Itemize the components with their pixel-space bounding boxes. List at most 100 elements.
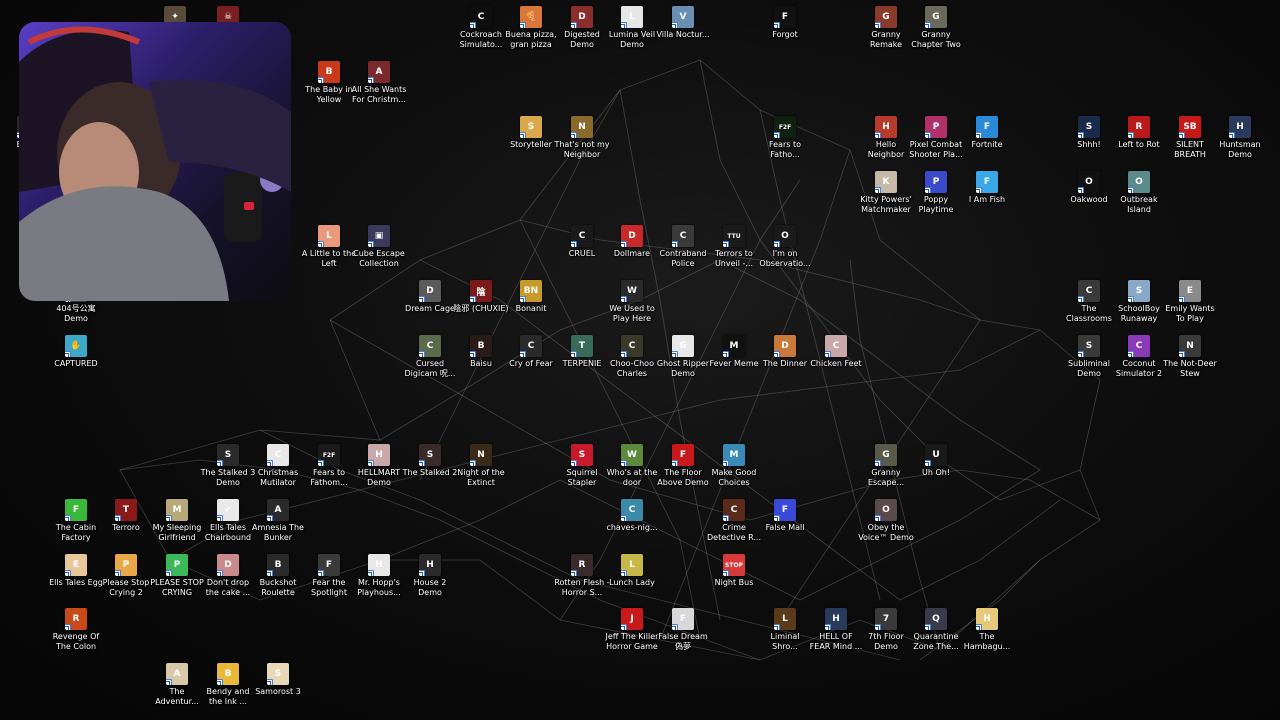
desktop-shortcut[interactable]: 陰陰邪 (CHUXIE) bbox=[453, 276, 509, 334]
desktop-shortcut[interactable]: D The Dinner bbox=[757, 331, 813, 389]
desktop-shortcut[interactable]: C Choo-Choo Charles bbox=[604, 331, 660, 389]
desktop-shortcut[interactable]: P Pixel Combat Shooter Pla... bbox=[908, 112, 964, 170]
desktop-shortcut[interactable]: F Forgot bbox=[757, 2, 813, 60]
desktop-shortcut[interactable]: K Kitty Powers' Matchmaker bbox=[858, 167, 914, 225]
desktop-shortcut[interactable]: D Don't drop the cake ... bbox=[200, 550, 256, 608]
desktop-shortcut[interactable]: E Emily Wants To Play bbox=[1162, 276, 1218, 334]
desktop-shortcut[interactable]: M Make Good Choices bbox=[706, 440, 762, 498]
desktop-shortcut[interactable]: H House 2 Demo bbox=[402, 550, 458, 608]
desktop-shortcut[interactable]: S The Stalked 2 bbox=[402, 440, 458, 498]
desktop-shortcut[interactable]: B Bendy and the Ink ... bbox=[200, 659, 256, 717]
desktop-shortcut[interactable]: BN Bonanit bbox=[503, 276, 559, 334]
desktop-shortcut[interactable]: A The Adventur... bbox=[149, 659, 205, 717]
desktop-shortcut[interactable]: W Who's at the door bbox=[604, 440, 660, 498]
desktop-shortcut[interactable]: F2F Fears to Fatho... bbox=[757, 112, 813, 170]
desktop-shortcut[interactable]: O I'm on Observatio... bbox=[757, 221, 813, 279]
desktop-shortcut[interactable]: C Cockroach Simulato... bbox=[453, 2, 509, 60]
desktop-shortcut[interactable]: B The Baby in Yellow bbox=[301, 57, 357, 115]
desktop-shortcut[interactable]: S Storyteller bbox=[503, 112, 559, 170]
desktop-shortcut[interactable]: G Ghost Ripper Demo bbox=[655, 331, 711, 389]
desktop-shortcut[interactable]: L Lumina Veil Demo bbox=[604, 2, 660, 60]
desktop-shortcut[interactable]: J Jeff The Killer Horror Game bbox=[604, 604, 660, 662]
desktop-shortcut[interactable]: C Contraband Police bbox=[655, 221, 711, 279]
desktop-shortcut[interactable]: Cchaves-nig... bbox=[604, 495, 660, 553]
desktop-shortcut[interactable]: A Amnesia The Bunker bbox=[250, 495, 306, 553]
desktop-shortcut[interactable]: W We Used to Play Here bbox=[604, 276, 660, 334]
desktop-shortcut[interactable]: R Left to Rot bbox=[1111, 112, 1167, 170]
desktop-shortcut[interactable]: N Night of the Extinct bbox=[453, 440, 509, 498]
desktop-shortcut[interactable]: R Rotten Flesh - Horror S... bbox=[554, 550, 610, 608]
desktop-shortcut[interactable]: P PLEASE STOP CRYING bbox=[149, 550, 205, 608]
desktop-shortcut[interactable]: ✋ CAPTURED bbox=[48, 331, 104, 389]
desktop-shortcut[interactable]: F False Mall bbox=[757, 495, 813, 553]
desktop-shortcut[interactable]: F The Floor Above Demo bbox=[655, 440, 711, 498]
desktop-shortcut[interactable]: L A Little to the Left bbox=[301, 221, 357, 279]
desktop-shortcut[interactable]: F False Dream 偽夢 bbox=[655, 604, 711, 662]
desktop-shortcut[interactable]: S Samorost 3 bbox=[250, 659, 306, 717]
desktop-shortcut[interactable]: F The Cabin Factory bbox=[48, 495, 104, 553]
desktop-shortcut[interactable]: H Hello Neighbor bbox=[858, 112, 914, 170]
desktop-shortcut[interactable]: N That's not my Neighbor bbox=[554, 112, 610, 170]
desktop-shortcut[interactable]: G Granny Chapter Two bbox=[908, 2, 964, 60]
desktop-shortcut[interactable]: T Terroro bbox=[98, 495, 154, 553]
desktop-shortcut[interactable]: 7 7th Floor Demo bbox=[858, 604, 914, 662]
game-icon: C bbox=[825, 335, 847, 357]
desktop-shortcut[interactable]: SB SILENT BREATH bbox=[1162, 112, 1218, 170]
desktop-shortcut[interactable]: G Granny Remake bbox=[858, 2, 914, 60]
desktop-shortcut[interactable]: T TERPENIE bbox=[554, 331, 610, 389]
desktop-shortcut[interactable]: R Revenge Of The Colon bbox=[48, 604, 104, 662]
desktop-shortcut[interactable]: P Please Stop Crying 2 bbox=[98, 550, 154, 608]
desktop-shortcut[interactable]: B Buckshot Roulette bbox=[250, 550, 306, 608]
desktop-shortcut[interactable]: O Outbreak Island bbox=[1111, 167, 1167, 225]
desktop-shortcut[interactable]: C Cry of Fear bbox=[503, 331, 559, 389]
desktop-background[interactable]: ✦ ☠ C Cockroach Simulato... 🍕 Buena pizza, gr… bbox=[0, 0, 1280, 720]
desktop-shortcut[interactable]: D Digested Demo bbox=[554, 2, 610, 60]
desktop-shortcut[interactable]: Q Quarantine Zone The... bbox=[908, 604, 964, 662]
game-icon: O bbox=[1128, 171, 1150, 193]
desktop-shortcut[interactable]: E Ells Tales Egg bbox=[48, 550, 104, 608]
desktop-shortcut[interactable]: L Liminal Shro... bbox=[757, 604, 813, 662]
desktop-shortcut[interactable]: 🍕 Buena pizza, gran pizza bbox=[503, 2, 559, 60]
desktop-shortcut[interactable]: H Mr. Hopp's Playhous... bbox=[351, 550, 407, 608]
desktop-shortcut[interactable]: O Oakwood bbox=[1061, 167, 1117, 225]
desktop-shortcut[interactable]: H HELL OF FEAR Mind ... bbox=[808, 604, 864, 662]
desktop-shortcut[interactable]: B Baisu bbox=[453, 331, 509, 389]
desktop-shortcut[interactable]: S The Stalked 3 Demo bbox=[200, 440, 256, 498]
desktop-shortcut[interactable]: A All She Wants For Christm... bbox=[351, 57, 407, 115]
desktop-shortcut[interactable]: C Christmas Mutilator bbox=[250, 440, 306, 498]
desktop-shortcut[interactable]: M My Sleeping Girlfriend bbox=[149, 495, 205, 553]
desktop-shortcut[interactable]: S SchoolBoy Runaway bbox=[1111, 276, 1167, 334]
desktop-shortcut[interactable]: U Uh Oh! bbox=[908, 440, 964, 498]
desktop-shortcut[interactable]: C The Classrooms bbox=[1061, 276, 1117, 334]
desktop-shortcut[interactable]: F Fortnite bbox=[959, 112, 1015, 170]
desktop-shortcut[interactable]: P Poppy Playtime bbox=[908, 167, 964, 225]
desktop-shortcut[interactable]: C CRUEL bbox=[554, 221, 610, 279]
desktop-shortcut[interactable]: M Fever Meme bbox=[706, 331, 762, 389]
desktop-shortcut-label: Terrors to Unveil -... bbox=[714, 249, 754, 268]
desktop-shortcut[interactable]: N The Not-Deer Stew bbox=[1162, 331, 1218, 389]
desktop-shortcut[interactable]: O Obey the Voice™ Demo bbox=[858, 495, 914, 553]
desktop-shortcut[interactable]: V Villa Noctur... bbox=[655, 2, 711, 60]
desktop-shortcut-label: Villa Noctur... bbox=[656, 30, 710, 39]
desktop-shortcut[interactable]: S Squirrel Stapler bbox=[554, 440, 610, 498]
desktop-shortcut[interactable]: F Fear the Spotlight bbox=[301, 550, 357, 608]
desktop-shortcut[interactable]: S Subliminal Demo bbox=[1061, 331, 1117, 389]
desktop-shortcut[interactable]: ▣ Cube Escape Collection bbox=[351, 221, 407, 279]
desktop-shortcut[interactable]: C Cursed Digicam 呪... bbox=[402, 331, 458, 389]
desktop-shortcut[interactable]: C Coconut Simulator 2 bbox=[1111, 331, 1167, 389]
desktop-shortcut[interactable]: D Dollmare bbox=[604, 221, 660, 279]
desktop-shortcut[interactable]: F2F Fears to Fathom... bbox=[301, 440, 357, 498]
desktop-shortcut[interactable]: C Crime Detective R... bbox=[706, 495, 762, 553]
desktop-shortcut[interactable]: D Dream Cage bbox=[402, 276, 458, 334]
desktop-shortcut[interactable]: F I Am Fish bbox=[959, 167, 1015, 225]
desktop-shortcut[interactable]: STOP Night Bus bbox=[706, 550, 762, 608]
desktop-shortcut[interactable]: ✔ Ells Tales Chairbound bbox=[200, 495, 256, 553]
desktop-shortcut[interactable]: TTU Terrors to Unveil -... bbox=[706, 221, 762, 279]
desktop-shortcut[interactable]: L Lunch Lady bbox=[604, 550, 660, 608]
desktop-shortcut[interactable]: H HELLMART Demo bbox=[351, 440, 407, 498]
desktop-shortcut[interactable]: S Shhh! bbox=[1061, 112, 1117, 170]
desktop-shortcut[interactable]: H The Hambagu... bbox=[959, 604, 1015, 662]
desktop-shortcut[interactable]: G Granny Escape... bbox=[858, 440, 914, 498]
desktop-shortcut[interactable]: C Chicken Feet bbox=[808, 331, 864, 389]
desktop-shortcut[interactable]: H Huntsman Demo bbox=[1212, 112, 1268, 170]
